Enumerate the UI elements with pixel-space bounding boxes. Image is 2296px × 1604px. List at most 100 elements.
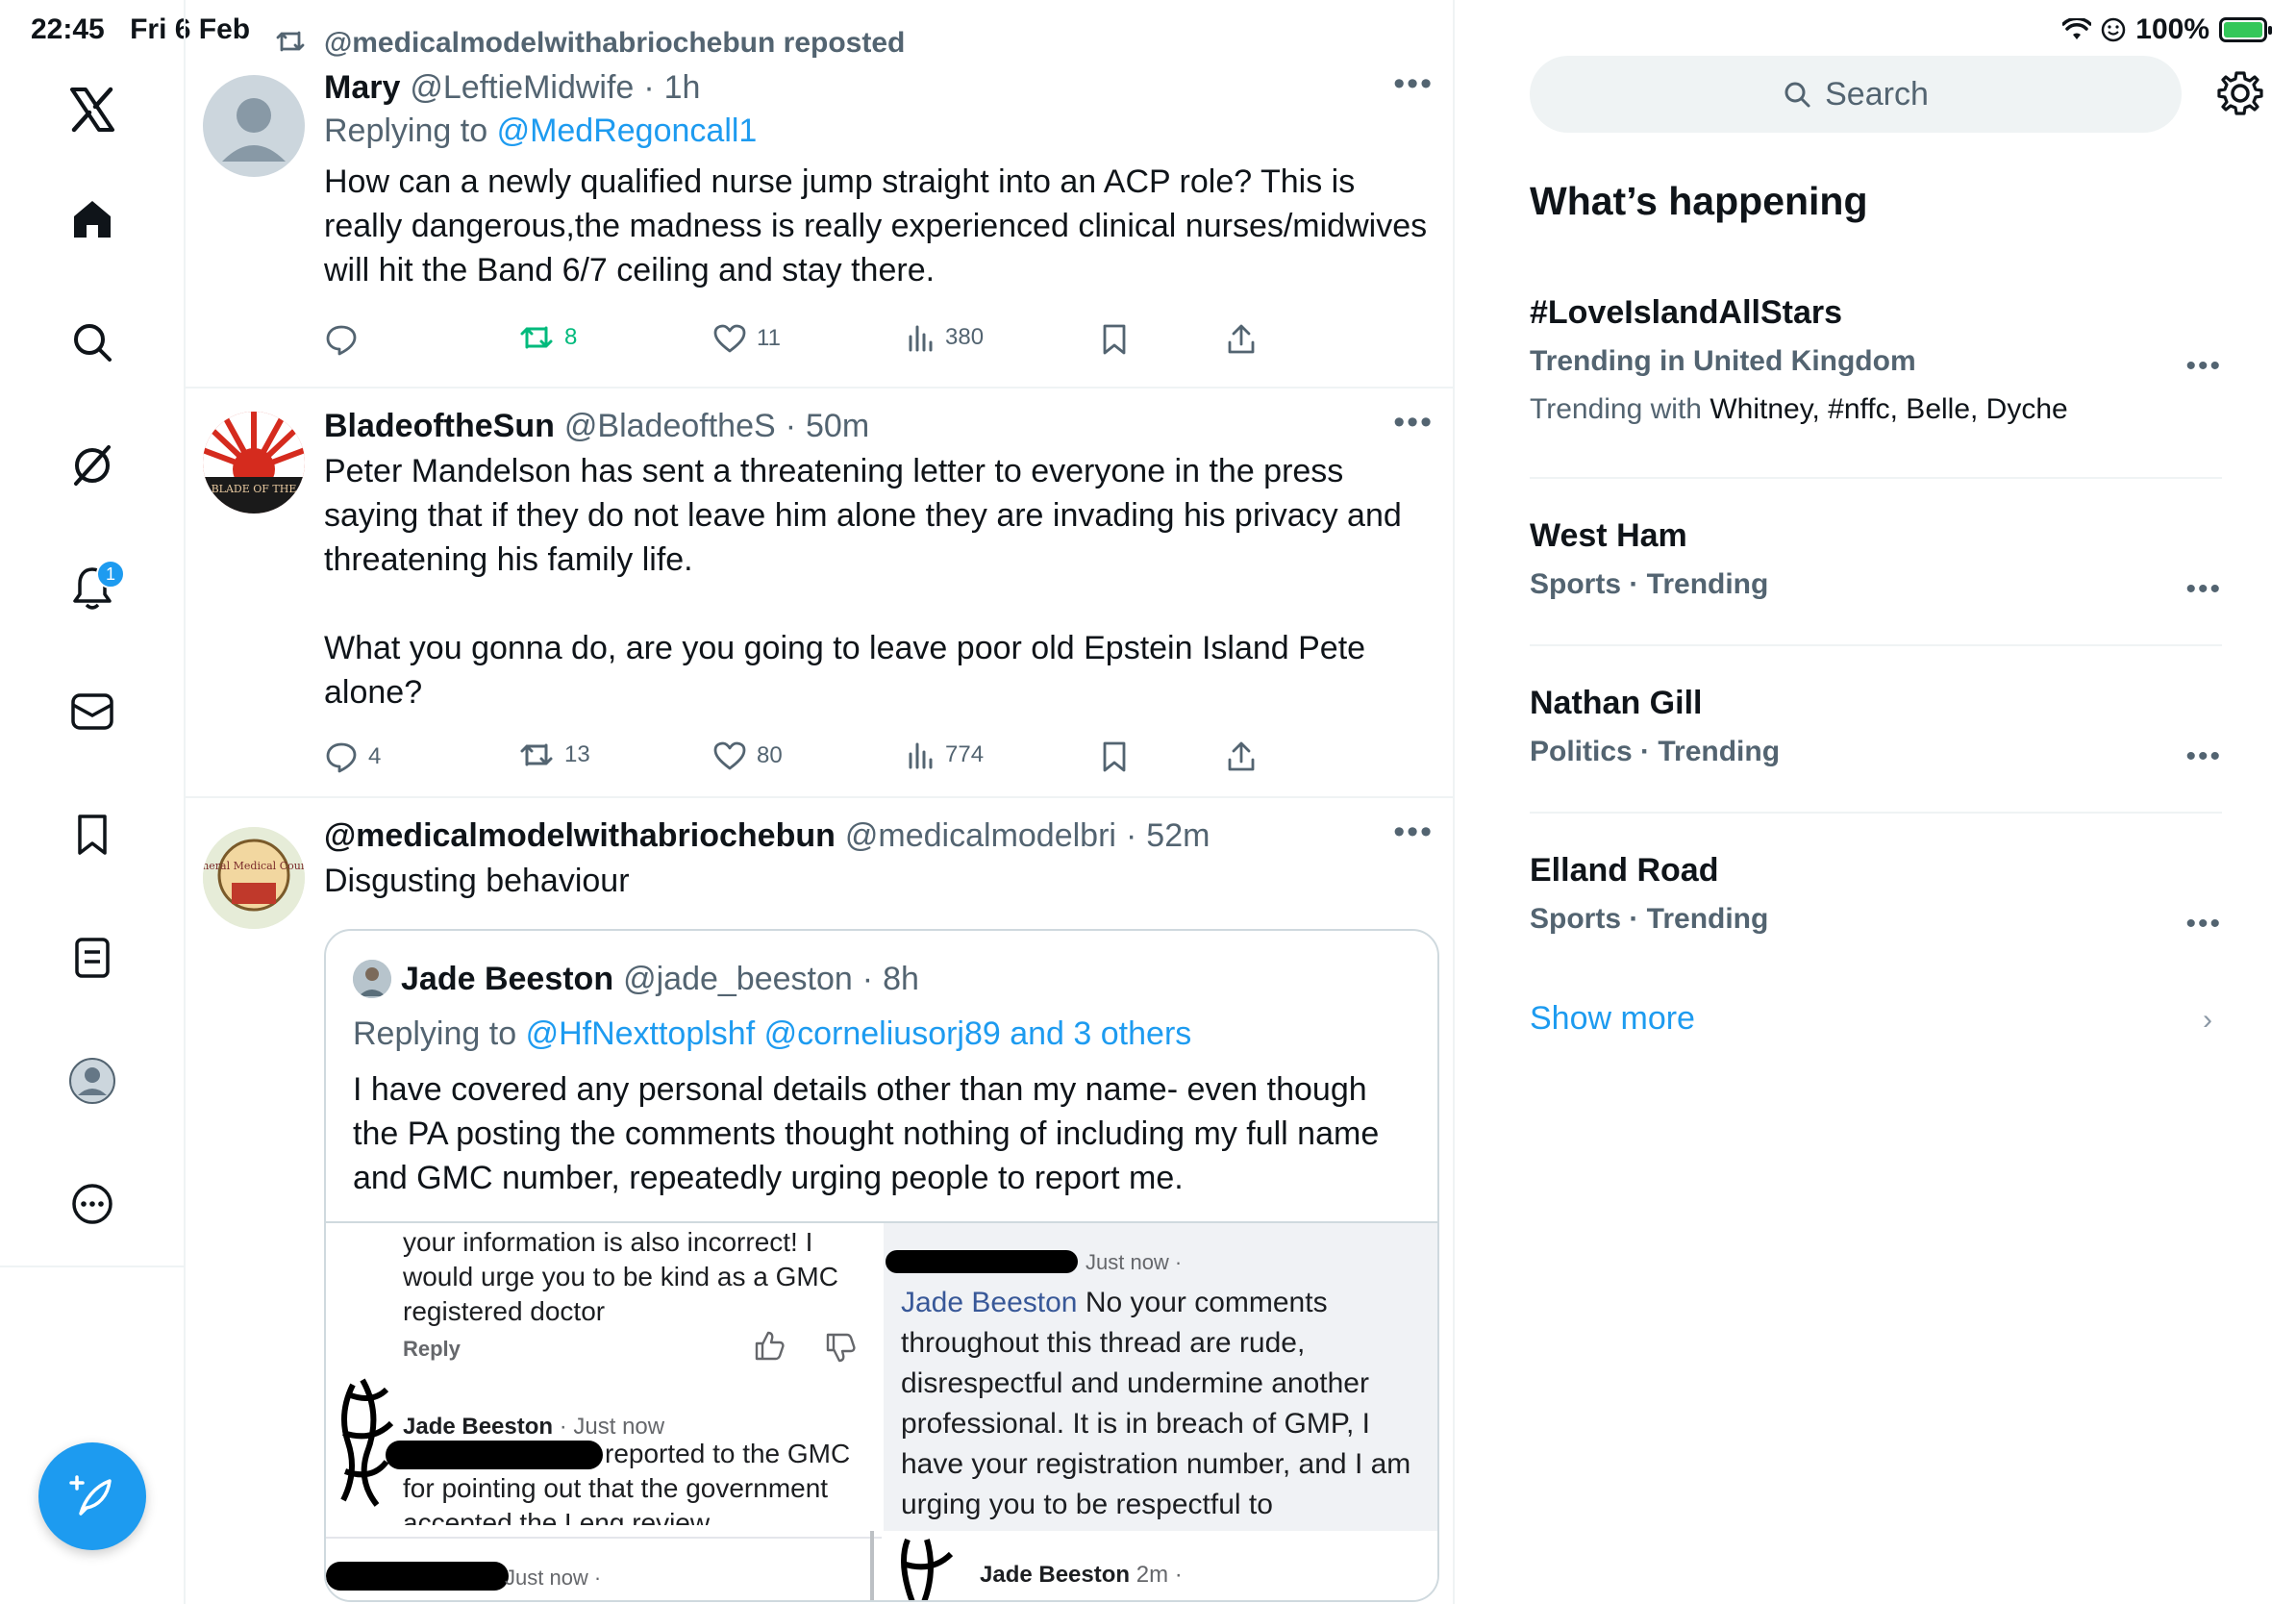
trend-more-icon[interactable]: ••• bbox=[2185, 740, 2222, 773]
compose-post-button[interactable] bbox=[38, 1442, 146, 1550]
share-button[interactable] bbox=[1226, 740, 1257, 773]
timestamp[interactable]: 52m bbox=[1146, 817, 1210, 855]
trend-meta: Sports · Trending bbox=[1530, 903, 1769, 935]
views-button[interactable]: 380 bbox=[907, 323, 984, 352]
trend-name[interactable]: Nathan Gill bbox=[1530, 685, 2222, 722]
notifications-badge: 1 bbox=[96, 560, 125, 589]
chevron-right-icon: › bbox=[2203, 1004, 2212, 1036]
more-icon[interactable]: ••• bbox=[1393, 814, 1434, 851]
grok-icon[interactable] bbox=[63, 437, 121, 494]
lists-icon[interactable] bbox=[63, 929, 121, 987]
quote-timestamp[interactable]: 8h bbox=[883, 961, 919, 998]
more-options-icon[interactable] bbox=[63, 1175, 121, 1233]
tweet-text: Disgusting behaviour bbox=[324, 863, 630, 899]
more-icon[interactable]: ••• bbox=[1393, 65, 1434, 103]
trend-name[interactable]: #LoveIslandAllStars bbox=[1530, 294, 2222, 332]
trend-meta: Trending in United Kingdom bbox=[1530, 345, 1916, 377]
tweet-text: Peter Mandelson has sent a threatening l… bbox=[324, 453, 1402, 711]
image-text-line: reported to the GMC bbox=[605, 1439, 851, 1468]
timestamp[interactable]: 1h bbox=[664, 69, 701, 107]
search-icon[interactable] bbox=[63, 313, 121, 371]
trend-item[interactable]: Elland Road Sports · Trending ••• bbox=[1530, 852, 2222, 940]
notifications-bell-icon[interactable]: 1 bbox=[63, 560, 125, 617]
analytics-icon bbox=[909, 742, 933, 769]
share-icon bbox=[1228, 741, 1255, 771]
heart-icon bbox=[713, 741, 746, 770]
tweet-header: BladeoftheSun @BladeoftheS · 50m bbox=[324, 408, 1435, 445]
quote-tweet[interactable]: Jade Beeston @jade_beeston · 8h Replying… bbox=[324, 929, 1439, 1602]
messages-envelope-icon[interactable] bbox=[63, 683, 121, 740]
x-logo-icon[interactable] bbox=[63, 81, 121, 138]
trend-name[interactable]: West Ham bbox=[1530, 517, 2222, 555]
author-name[interactable]: @medicalmodelwithabriochebun bbox=[324, 817, 836, 855]
reply-button[interactable]: 4 bbox=[324, 740, 381, 773]
tweet-content: Mary @LeftieMidwife · 1h Replying to @Me… bbox=[324, 69, 1435, 292]
trend-more-icon[interactable]: ••• bbox=[2185, 350, 2222, 383]
trend-item[interactable]: Nathan Gill Politics · Trending ••• bbox=[1530, 685, 2222, 772]
tweet-actions: 4 13 80 774 bbox=[186, 740, 1453, 779]
repost-button[interactable]: 8 bbox=[518, 323, 577, 352]
search-input[interactable]: Search bbox=[1530, 56, 2182, 133]
search-placeholder: Search bbox=[1825, 75, 1929, 113]
quote-attached-image[interactable]: your information is also incorrect! I wo… bbox=[326, 1221, 1437, 1600]
like-count: 80 bbox=[757, 742, 783, 768]
share-icon bbox=[1228, 324, 1255, 354]
reply-icon bbox=[326, 325, 357, 356]
bookmark-button[interactable] bbox=[1101, 323, 1128, 356]
bookmarks-icon[interactable] bbox=[63, 806, 121, 864]
trend-meta: Politics · Trending bbox=[1530, 736, 1781, 767]
trend-more-icon[interactable]: ••• bbox=[2185, 908, 2222, 940]
quote-author-name[interactable]: Jade Beeston bbox=[401, 961, 613, 998]
quote-author-handle[interactable]: @jade_beeston bbox=[623, 961, 853, 998]
author-handle[interactable]: @LeftieMidwife bbox=[410, 69, 634, 107]
author-name[interactable]: BladeoftheSun bbox=[324, 408, 555, 445]
like-button[interactable]: 80 bbox=[712, 740, 783, 771]
trend-item[interactable]: #LoveIslandAllStars Trending in United K… bbox=[1530, 294, 2222, 426]
profile-avatar-icon[interactable] bbox=[63, 1052, 121, 1110]
reply-icon bbox=[326, 742, 357, 773]
image-text-line: accepted the Leng review bbox=[403, 1508, 711, 1525]
avatar[interactable]: General Medical Council bbox=[203, 827, 305, 929]
timestamp[interactable]: 50m bbox=[806, 408, 869, 445]
replying-to-link[interactable]: @MedRegoncall1 bbox=[497, 113, 758, 149]
tweet-medicalmodel[interactable]: General Medical Council @medicalmodelwit… bbox=[186, 798, 1453, 1604]
home-icon[interactable] bbox=[63, 190, 121, 248]
bookmark-button[interactable] bbox=[1101, 740, 1128, 773]
image-panel-left: your information is also incorrect! I wo… bbox=[326, 1223, 882, 1600]
image-commenter-name: Jade Beeston bbox=[403, 1414, 554, 1440]
social-context-text[interactable]: @medicalmodelwithabriochebun reposted bbox=[324, 27, 905, 60]
trend-more-icon[interactable]: ••• bbox=[2185, 573, 2222, 606]
more-icon[interactable]: ••• bbox=[1393, 404, 1434, 441]
settings-gear-icon[interactable] bbox=[2214, 67, 2266, 119]
repost-button[interactable]: 13 bbox=[518, 740, 590, 769]
replying-label: Replying to bbox=[353, 1015, 517, 1052]
avatar[interactable]: BLADE OF THE bbox=[203, 412, 305, 514]
author-handle[interactable]: @medicalmodelbri bbox=[845, 817, 1116, 855]
compose-feather-icon bbox=[69, 1475, 112, 1516]
reply-button[interactable] bbox=[324, 323, 368, 356]
avatar[interactable] bbox=[203, 75, 305, 177]
right-sidebar: Search What’s happening #LoveIslandAllSt… bbox=[1457, 0, 2296, 1604]
author-name[interactable]: Mary bbox=[324, 69, 400, 107]
replying-to-link[interactable]: @HfNexttoplshf @corneliusorj89 and 3 oth… bbox=[526, 1015, 1192, 1052]
tweet-mary[interactable]: @medicalmodelwithabriochebun reposted Ma… bbox=[186, 0, 1453, 388]
timeline: @medicalmodelwithabriochebun reposted Ma… bbox=[186, 0, 1455, 1604]
trend-item[interactable]: West Ham Sports · Trending ••• bbox=[1530, 517, 2222, 605]
tweet-bladeofthesun[interactable]: BLADE OF THE BladeoftheSun @BladeoftheS … bbox=[186, 388, 1453, 798]
author-handle[interactable]: @BladeoftheS bbox=[564, 408, 776, 445]
share-button[interactable] bbox=[1226, 323, 1257, 356]
image-text-line: for pointing out that the government bbox=[403, 1473, 829, 1503]
trend-name[interactable]: Elland Road bbox=[1530, 852, 2222, 890]
redacted-avatar-scribble bbox=[901, 1538, 954, 1600]
image-comment-time: 2m · bbox=[1136, 1562, 1183, 1588]
trending-with-list[interactable]: Whitney, #nffc, Belle, Dyche bbox=[1710, 393, 2067, 425]
repost-context-icon bbox=[274, 29, 307, 59]
repost-icon bbox=[520, 743, 553, 766]
show-more-link[interactable]: Show more bbox=[1530, 1000, 1695, 1038]
like-button[interactable]: 11 bbox=[712, 323, 781, 354]
bookmark-icon bbox=[1103, 741, 1126, 772]
image-comment-text: Jade Beeston No your comments throughout… bbox=[901, 1283, 1428, 1525]
tweet-content: BladeoftheSun @BladeoftheS · 50m Peter M… bbox=[324, 408, 1435, 714]
views-button[interactable]: 774 bbox=[907, 740, 984, 769]
social-context[interactable]: @medicalmodelwithabriochebun reposted bbox=[324, 27, 905, 60]
